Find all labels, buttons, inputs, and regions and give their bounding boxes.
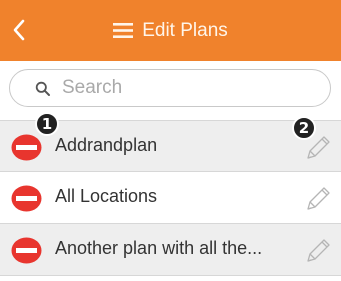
annotation-marker-1: 1 [35, 112, 59, 136]
edit-plans-screen: Edit Plans Addrandplan [0, 0, 341, 281]
annotation-marker-2: 2 [292, 116, 316, 140]
back-button[interactable] [2, 6, 36, 54]
plan-row-another-plan[interactable]: Another plan with all the... [0, 224, 341, 276]
remove-plan-icon[interactable] [11, 185, 42, 212]
pencil-icon[interactable] [302, 184, 332, 214]
plans-list: Addrandplan All Locations Another plan w… [0, 120, 341, 276]
plan-name: All Locations [55, 186, 158, 206]
plan-name: Addrandplan [55, 135, 158, 155]
header-title-group: Edit Plans [113, 20, 228, 42]
plan-row-all-locations[interactable]: All Locations [0, 172, 341, 224]
pencil-icon[interactable] [302, 236, 332, 266]
hamburger-icon [113, 23, 134, 38]
search-input[interactable] [62, 70, 312, 106]
search-area [0, 61, 341, 120]
chevron-left-icon [13, 19, 25, 41]
plan-name: Another plan with all the... [55, 238, 263, 258]
search-box[interactable] [9, 69, 331, 107]
remove-plan-icon[interactable] [11, 134, 42, 161]
page-title: Edit Plans [142, 19, 228, 41]
remove-plan-icon[interactable] [11, 237, 42, 264]
search-icon [35, 81, 50, 96]
top-bar: Edit Plans [0, 0, 341, 61]
